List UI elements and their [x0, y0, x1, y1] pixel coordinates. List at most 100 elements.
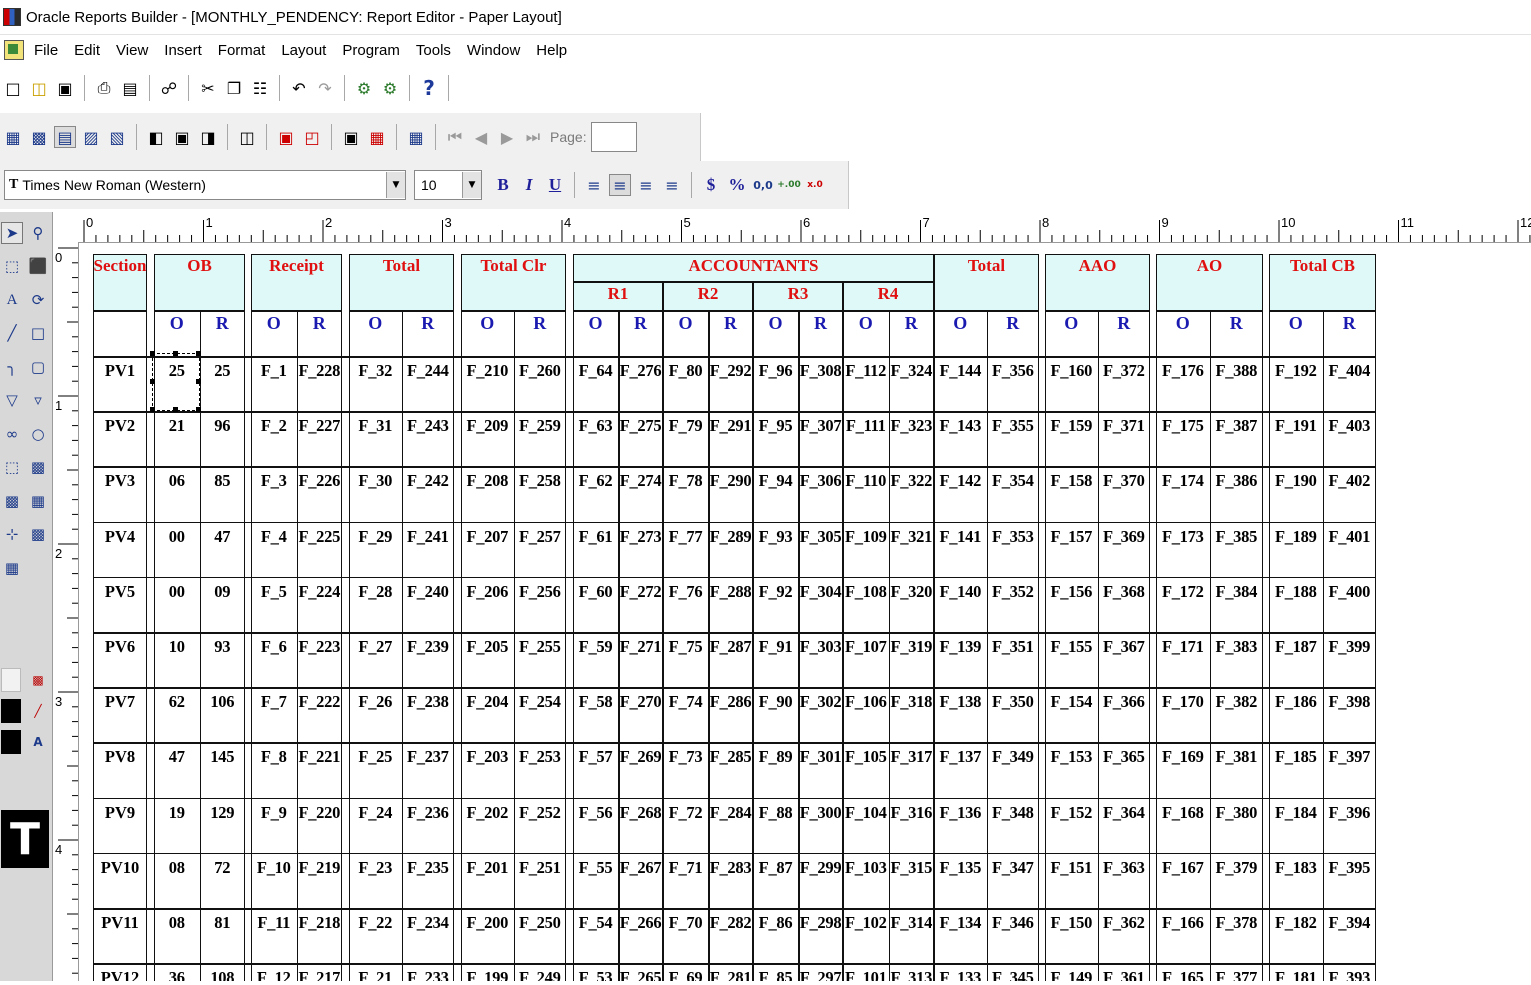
report-field[interactable]: F_349	[987, 747, 1040, 767]
report-field[interactable]: F_72	[663, 803, 708, 823]
report-field[interactable]: F_320	[889, 582, 935, 602]
underline-button[interactable]: U	[544, 174, 566, 196]
report-field[interactable]: F_287	[708, 637, 753, 657]
report-field[interactable]: F_61	[573, 527, 618, 547]
report-field[interactable]: F_369	[1098, 527, 1151, 547]
report-field[interactable]: F_269	[618, 747, 663, 767]
report-field[interactable]: 09	[200, 582, 246, 602]
report-field[interactable]: F_8	[251, 747, 297, 767]
report-field[interactable]: F_181	[1269, 968, 1323, 981]
report-field[interactable]: F_322	[889, 471, 935, 491]
report-field[interactable]: F_386	[1210, 471, 1264, 491]
report-field[interactable]: F_76	[663, 582, 708, 602]
report-field[interactable]: F_190	[1269, 471, 1323, 491]
report-field[interactable]: 47	[200, 527, 246, 547]
report-field[interactable]: F_288	[708, 582, 753, 602]
report-field[interactable]: F_318	[889, 692, 935, 712]
report-field[interactable]: F_25	[349, 747, 402, 767]
selection-handle[interactable]	[173, 407, 178, 412]
report-field[interactable]: F_273	[618, 527, 663, 547]
report-field[interactable]: F_221	[297, 747, 343, 767]
report-field[interactable]: F_289	[708, 527, 753, 547]
report-field[interactable]: 85	[200, 471, 246, 491]
menu-layout[interactable]: Layout	[281, 42, 326, 59]
report-field[interactable]: F_56	[573, 803, 618, 823]
report-field[interactable]: F_187	[1269, 637, 1323, 657]
report-field[interactable]: F_207	[461, 527, 514, 547]
chevron-down-icon[interactable]: ▼	[462, 172, 481, 198]
report-field[interactable]: F_347	[987, 858, 1040, 878]
report-field[interactable]: F_226	[297, 471, 343, 491]
report-field[interactable]: F_266	[618, 913, 663, 933]
report-field[interactable]: F_314	[889, 913, 935, 933]
report-field[interactable]: F_382	[1210, 692, 1264, 712]
report-field[interactable]: F_222	[297, 692, 343, 712]
report-field[interactable]: F_200	[461, 913, 514, 933]
ole-tool-icon[interactable]: ▦	[27, 490, 49, 512]
report-field[interactable]: F_134	[934, 913, 987, 933]
report-field[interactable]: F_305	[798, 527, 843, 547]
copy-icon[interactable]: ❐	[223, 77, 245, 99]
report-field[interactable]: 106	[200, 692, 246, 712]
magnify-tool-icon[interactable]: ⚲	[27, 222, 49, 244]
report-field[interactable]: F_186	[1269, 692, 1323, 712]
report-field[interactable]: F_270	[618, 692, 663, 712]
report-field[interactable]: F_157	[1045, 527, 1098, 547]
report-field[interactable]: F_191	[1269, 416, 1323, 436]
help-icon[interactable]: ?	[418, 76, 440, 100]
select-tool-icon[interactable]: ➤	[1, 222, 23, 244]
report-field[interactable]: F_182	[1269, 913, 1323, 933]
report-field[interactable]: F_140	[934, 582, 987, 602]
report-field[interactable]: F_348	[987, 803, 1040, 823]
report-field[interactable]: F_379	[1210, 858, 1264, 878]
report-field[interactable]: F_394	[1323, 913, 1377, 933]
report-field[interactable]: F_201	[461, 858, 514, 878]
report-field[interactable]: 06	[154, 471, 200, 491]
report-field[interactable]: F_175	[1156, 416, 1210, 436]
report-field[interactable]: F_356	[987, 361, 1040, 381]
report-field[interactable]: F_24	[349, 803, 402, 823]
report-field[interactable]: F_150	[1045, 913, 1098, 933]
report-field[interactable]: F_32	[349, 361, 402, 381]
bold-button[interactable]: B	[492, 174, 514, 196]
report-field[interactable]: F_102	[843, 913, 889, 933]
add-decimal-button[interactable]: +.00	[777, 174, 800, 196]
report-field[interactable]: F_366	[1098, 692, 1151, 712]
paper-layout-canvas[interactable]: Section OB Receipt Total Total Clr ACCOU…	[79, 243, 1531, 981]
report-field[interactable]: F_154	[1045, 692, 1098, 712]
report-field[interactable]: F_240	[402, 582, 455, 602]
report-field[interactable]: F_217	[297, 968, 343, 981]
header-section-icon[interactable]: ◧	[145, 126, 167, 148]
menu-tools[interactable]: Tools	[416, 42, 451, 59]
report-field[interactable]: F_404	[1323, 361, 1377, 381]
report-field[interactable]: F_23	[349, 858, 402, 878]
report-field[interactable]: F_378	[1210, 913, 1264, 933]
report-field[interactable]: F_12	[251, 968, 297, 981]
report-field[interactable]: F_301	[798, 747, 843, 767]
report-field[interactable]: F_388	[1210, 361, 1264, 381]
report-field[interactable]: F_108	[843, 582, 889, 602]
report-field[interactable]: F_275	[618, 416, 663, 436]
report-field[interactable]: F_244	[402, 361, 455, 381]
report-field[interactable]: F_188	[1269, 582, 1323, 602]
report-field[interactable]: F_94	[753, 471, 798, 491]
report-field[interactable]: F_149	[1045, 968, 1098, 981]
report-field[interactable]: F_88	[753, 803, 798, 823]
report-field[interactable]: F_4	[251, 527, 297, 547]
report-field[interactable]: F_353	[987, 527, 1040, 547]
report-field[interactable]: F_300	[798, 803, 843, 823]
report-field[interactable]: F_363	[1098, 858, 1151, 878]
menu-view[interactable]: View	[116, 42, 148, 59]
report-field[interactable]: F_209	[461, 416, 514, 436]
report-field[interactable]: F_29	[349, 527, 402, 547]
report-field[interactable]: F_352	[987, 582, 1040, 602]
group-icon[interactable]: ▣	[340, 126, 362, 148]
report-field[interactable]: F_192	[1269, 361, 1323, 381]
report-field[interactable]: F_53	[573, 968, 618, 981]
report-field[interactable]: F_87	[753, 858, 798, 878]
text-color-icon[interactable]: A	[28, 732, 48, 752]
commas-button[interactable]: 0,0	[752, 174, 774, 196]
report-field[interactable]: F_267	[618, 858, 663, 878]
selection-handle[interactable]	[173, 351, 178, 356]
report-field[interactable]: 08	[154, 913, 200, 933]
